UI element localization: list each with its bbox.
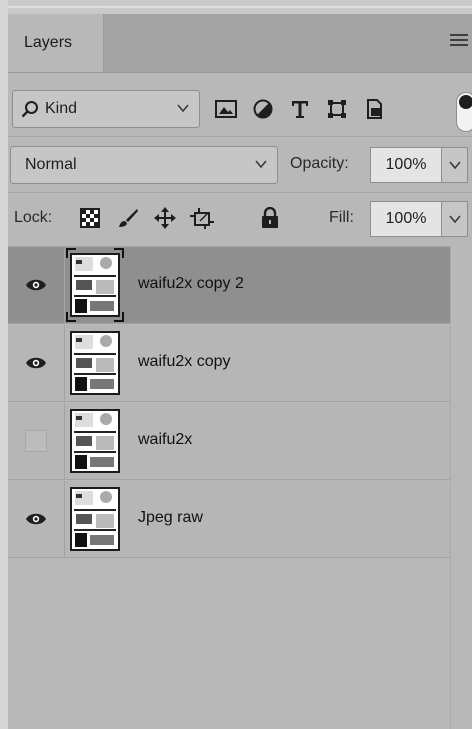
layer-row[interactable]: waifu2x [8, 403, 450, 480]
lock-all-icon[interactable] [258, 206, 282, 230]
layer-name[interactable]: waifu2x copy [138, 353, 231, 371]
layer-name[interactable]: Jpeg raw [138, 509, 203, 527]
shape-filter-icon[interactable] [325, 97, 349, 121]
blend-mode-label: Normal [25, 156, 77, 173]
fill-label: Fill: [329, 209, 354, 226]
lock-bar: Lock: Fill: 100% [8, 194, 472, 244]
lock-image-pixels-icon[interactable] [116, 206, 140, 230]
scrollbar-track[interactable] [450, 246, 472, 729]
layer-filter-bar: Kind [8, 84, 472, 134]
panel-tab-bar: Layers [8, 14, 472, 73]
adjustment-filter-icon[interactable] [251, 97, 275, 121]
eye-icon [26, 357, 46, 369]
layer-thumbnail [70, 487, 120, 551]
search-icon [21, 101, 38, 118]
filter-kind-label: Kind [45, 100, 78, 117]
filter-kind-select[interactable]: Kind [12, 90, 200, 128]
opacity-dropdown-button[interactable] [442, 147, 468, 183]
tab-layers[interactable]: Layers [8, 14, 104, 72]
tab-layers-label: Layers [24, 34, 73, 51]
layer-thumbnail [70, 409, 120, 473]
chevron-down-icon [177, 104, 189, 113]
layer-row[interactable]: Jpeg raw [8, 481, 450, 558]
opacity-label: Opacity: [290, 155, 349, 172]
chevron-down-icon [448, 161, 461, 170]
chevron-down-icon [255, 160, 267, 169]
fill-input[interactable]: 100% [370, 201, 442, 237]
layer-row[interactable]: waifu2x copy 2 [8, 247, 450, 324]
type-filter-icon[interactable] [288, 97, 312, 121]
lock-label: Lock: [14, 209, 53, 226]
lock-transparent-pixels-icon[interactable] [78, 206, 102, 230]
image-filter-icon[interactable] [214, 97, 238, 121]
opacity-input[interactable]: 100% [370, 147, 442, 183]
divider [8, 192, 472, 193]
layer-row[interactable]: waifu2x copy [8, 325, 450, 402]
chevron-down-icon [448, 215, 461, 224]
layer-name[interactable]: waifu2x [138, 431, 192, 449]
hidden-visibility-box [25, 430, 47, 452]
blend-mode-bar: Normal Opacity: 100% [8, 140, 472, 190]
prevent-auto-nesting-icon[interactable] [190, 206, 214, 230]
panel-top-divider [8, 6, 472, 8]
eye-icon [26, 279, 46, 291]
layer-thumbnail [70, 331, 120, 395]
layer-name[interactable]: waifu2x copy 2 [138, 275, 244, 293]
visibility-toggle[interactable] [8, 247, 65, 323]
hamburger-icon[interactable] [450, 34, 468, 50]
smart-object-filter-icon[interactable] [362, 97, 386, 121]
eye-icon [26, 513, 46, 525]
visibility-toggle[interactable] [8, 325, 65, 401]
visibility-toggle[interactable] [8, 403, 65, 479]
window-edge [0, 0, 8, 729]
divider [8, 136, 472, 137]
filter-toggle[interactable] [456, 92, 472, 132]
layer-thumbnail [70, 253, 120, 317]
fill-dropdown-button[interactable] [442, 201, 468, 237]
blend-mode-select[interactable]: Normal [10, 146, 278, 184]
lock-position-icon[interactable] [153, 206, 177, 230]
visibility-toggle[interactable] [8, 481, 65, 557]
